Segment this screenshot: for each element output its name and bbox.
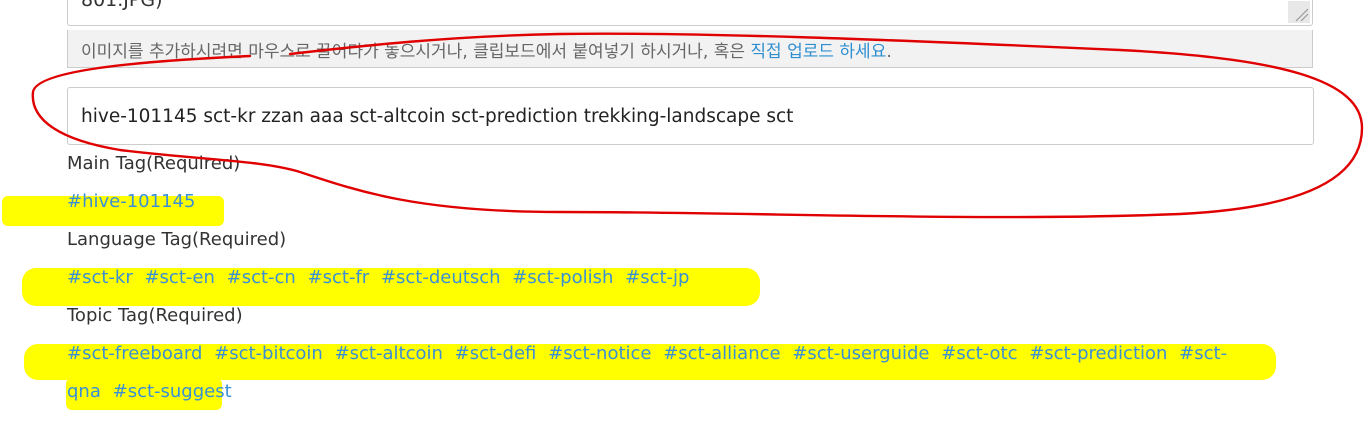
resize-grip-icon[interactable]	[1288, 1, 1310, 23]
tag-sct-kr[interactable]: #sct-kr	[67, 267, 133, 288]
tag-sct-defi[interactable]: #sct-defi	[455, 343, 537, 364]
tag-sct-en[interactable]: #sct-en	[144, 267, 214, 288]
tag-sct-alliance[interactable]: #sct-alliance	[663, 343, 780, 364]
tag-sct-bitcoin[interactable]: #sct-bitcoin	[214, 343, 323, 364]
topic-tag-row-2: qna #sct-suggest	[67, 381, 238, 402]
main-tag-row: #hive-101145	[67, 191, 201, 212]
tag-hive-101145[interactable]: #hive-101145	[67, 191, 195, 212]
image-dropzone[interactable]: 이미지를 추가하시려면 마우스로 끌어다가 놓으시거나, 클립보드에서 붙여넣기…	[67, 30, 1313, 68]
language-tag-label: Language Tag(Required)	[67, 229, 287, 250]
tag-sct-freeboard[interactable]: #sct-freeboard	[67, 343, 202, 364]
textarea-partial-text: 801.JPG)	[81, 0, 163, 11]
dropzone-instructions: 이미지를 추가하시려면 마우스로 끌어다가 놓으시거나, 클립보드에서 붙여넣기…	[81, 42, 892, 62]
tag-sct-qna-part2[interactable]: qna	[67, 381, 101, 402]
language-tag-row: #sct-kr #sct-en #sct-cn #sct-fr #sct-deu…	[67, 267, 695, 288]
tag-sct-jp[interactable]: #sct-jp	[625, 267, 689, 288]
tags-input[interactable]	[67, 87, 1314, 145]
tag-sct-userguide[interactable]: #sct-userguide	[792, 343, 929, 364]
tag-sct-fr[interactable]: #sct-fr	[308, 267, 370, 288]
topic-tag-row-1: #sct-freeboard #sct-bitcoin #sct-altcoin…	[67, 343, 1227, 364]
topic-tag-label: Topic Tag(Required)	[67, 305, 243, 326]
tag-sct-deutsch[interactable]: #sct-deutsch	[381, 267, 501, 288]
tag-sct-qna-part1[interactable]: #sct-	[1179, 343, 1227, 364]
tag-sct-cn[interactable]: #sct-cn	[227, 267, 296, 288]
upload-link[interactable]: 직접 업로드 하세요	[750, 42, 886, 62]
tag-sct-otc[interactable]: #sct-otc	[941, 343, 1017, 364]
tag-sct-notice[interactable]: #sct-notice	[548, 343, 651, 364]
tag-sct-polish[interactable]: #sct-polish	[512, 267, 613, 288]
main-tag-label: Main Tag(Required)	[67, 153, 241, 174]
tag-sct-suggest[interactable]: #sct-suggest	[113, 381, 232, 402]
tag-sct-altcoin[interactable]: #sct-altcoin	[335, 343, 443, 364]
content-textarea[interactable]: 801.JPG)	[67, 0, 1313, 26]
tag-sct-prediction[interactable]: #sct-prediction	[1029, 343, 1167, 364]
